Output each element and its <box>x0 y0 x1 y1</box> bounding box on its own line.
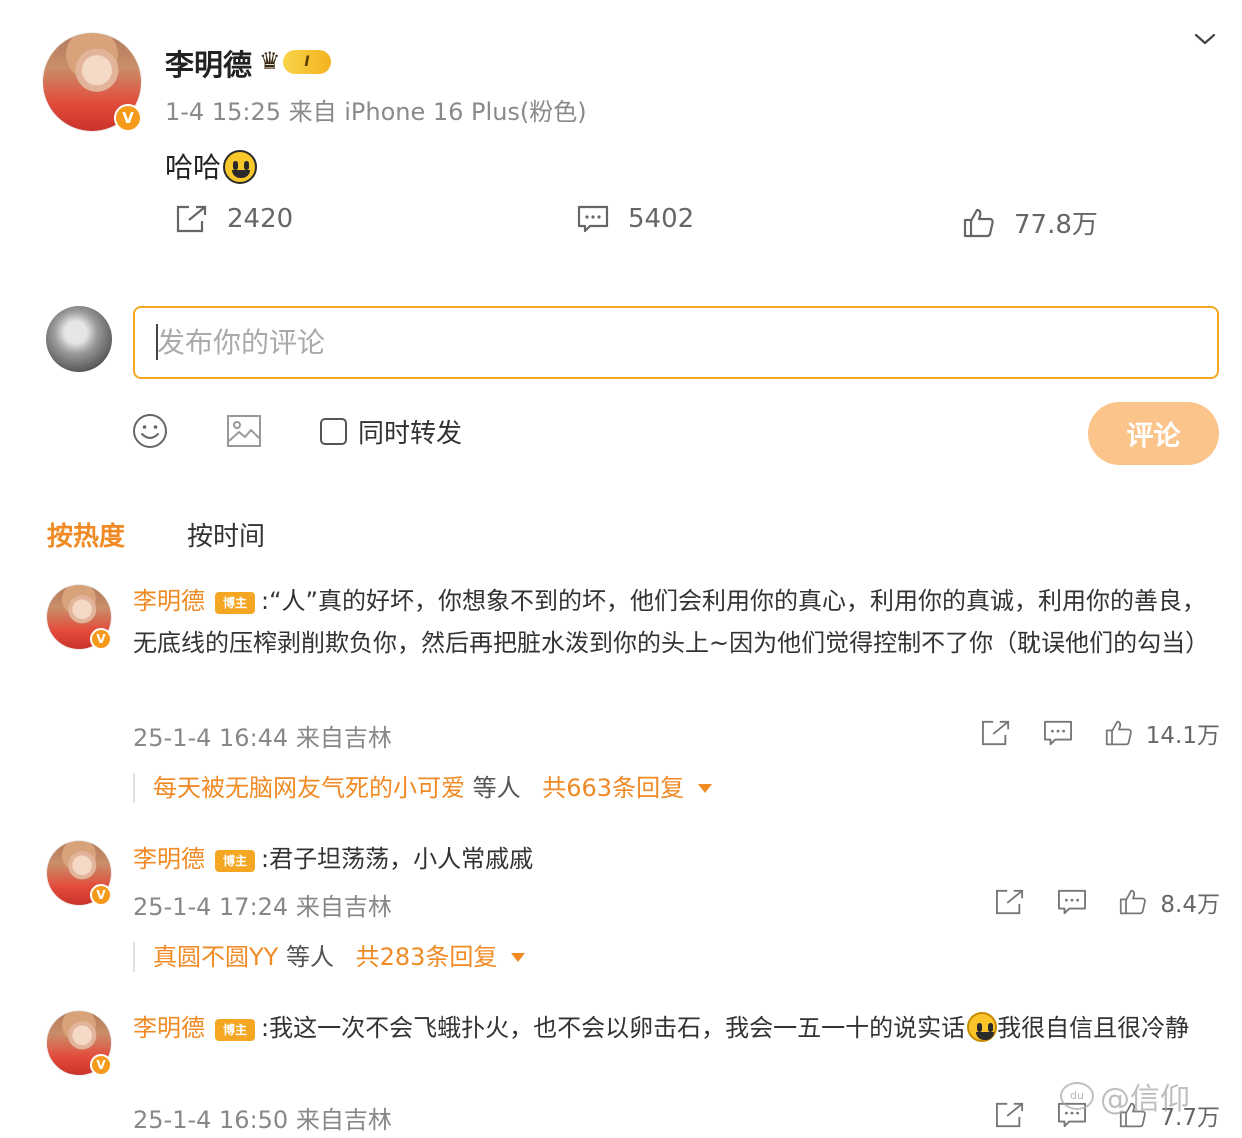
verified-badge-icon: V <box>90 884 112 906</box>
comment-text: 李明德 博主 :君子坦荡荡，小人常戚戚 <box>133 838 1223 880</box>
tab-sort-by-hot[interactable]: 按热度 <box>47 516 125 553</box>
comment-button[interactable]: 5402 <box>576 204 694 234</box>
comment-actions: 14.1万 <box>980 716 1220 750</box>
comment-like-count: 8.4万 <box>1160 892 1220 918</box>
comment-actions: 8.4万 <box>994 885 1220 919</box>
post-actions: 2420 5402 77.8万 <box>0 204 1242 246</box>
tab-sort-by-time[interactable]: 按时间 <box>187 516 265 553</box>
share-icon <box>176 205 207 233</box>
host-tag: 博主 <box>215 1019 255 1041</box>
comment-icon[interactable] <box>1042 719 1074 747</box>
comment-like-count: 14.1万 <box>1145 723 1220 749</box>
emoji-icon[interactable] <box>132 413 168 449</box>
repost-checkbox-label[interactable]: 同时转发 <box>358 413 462 450</box>
comment-author[interactable]: 李明德 <box>133 845 205 873</box>
verified-badge-icon: V <box>90 628 112 650</box>
reply-user[interactable]: 每天被无脑网友气死的小可爱 <box>153 774 465 802</box>
verified-badge-icon: V <box>90 1054 112 1076</box>
comment-text: 李明德 博主 :我这一次不会飞蛾扑火，也不会以卵击石，我会一五一十的说实话 我很自信且… <box>133 1007 1223 1049</box>
comment-meta: 25-1-4 17:24 来自吉林 <box>133 893 392 921</box>
host-tag: 博主 <box>215 850 255 872</box>
comment-avatar[interactable]: V <box>46 584 112 650</box>
watermark: du @信仰 <box>1060 1074 1190 1118</box>
reply-count[interactable]: 共283条回复 <box>356 943 498 971</box>
comment-icon <box>577 205 609 233</box>
comment-avatar[interactable]: V <box>46 840 112 906</box>
comment-content-cont: 我很自信且很冷静 <box>997 1014 1190 1042</box>
host-tag: 博主 <box>215 592 255 614</box>
watermark-text: @信仰 <box>1100 1082 1190 1117</box>
repost-button[interactable]: 2420 <box>175 204 293 234</box>
reply-mid: 等人 <box>278 943 342 971</box>
crown-icon: ♛ <box>259 47 281 75</box>
verified-badge-icon: V <box>114 104 142 132</box>
like-count: 77.8万 <box>1014 210 1098 240</box>
level-label: I <box>283 50 331 74</box>
current-user-avatar[interactable] <box>46 306 112 372</box>
comment-text: 李明德 博主:“人”真的好坏，你想象不到的坏，他们会利用你的真心，利用你的真诚，利… <box>133 580 1223 664</box>
post-text-content: 哈哈 <box>165 151 222 184</box>
grinning-face-icon <box>223 150 258 184</box>
comment-meta: 25-1-4 16:44 来自吉林 <box>133 724 392 752</box>
like-button[interactable]: 77.8万 <box>962 204 1098 241</box>
thumbs-up-icon[interactable] <box>1118 888 1148 916</box>
comment-count: 5402 <box>628 204 695 234</box>
reply-summary[interactable]: 真圆不圆YY 等人 共283条回复 <box>133 942 526 972</box>
comment-author[interactable]: 李明德 <box>133 587 205 615</box>
repost-checkbox[interactable] <box>320 418 347 445</box>
reply-summary[interactable]: 每天被无脑网友气死的小可爱 等人 共663条回复 <box>133 773 713 803</box>
thumbs-up-icon[interactable] <box>1104 719 1134 747</box>
image-icon[interactable] <box>226 414 262 448</box>
reply-mid: 等人 <box>465 774 529 802</box>
share-icon[interactable] <box>994 888 1026 916</box>
post-meta: 1-4 15:25 来自 iPhone 16 Plus(粉色) <box>165 98 587 126</box>
caret-down-icon <box>698 784 713 793</box>
comment-content: :“人”真的好坏，你想象不到的坏，他们会利用你的真心，利用你的真诚，利用你的善良… <box>133 587 1210 657</box>
smiling-face-icon <box>967 1012 998 1042</box>
comment-avatar[interactable]: V <box>46 1010 112 1076</box>
post-text: 哈哈 <box>165 146 258 186</box>
comment-icon[interactable] <box>1056 888 1088 916</box>
thumbs-up-icon <box>963 208 994 237</box>
reply-user[interactable]: 真圆不圆YY <box>153 943 278 971</box>
chevron-down-icon[interactable] <box>1194 28 1216 50</box>
comment-content: :我这一次不会飞蛾扑火，也不会以卵击石，我会一五一十的说实话 <box>261 1014 966 1042</box>
text-caret <box>156 324 158 360</box>
share-icon[interactable] <box>994 1101 1026 1129</box>
share-icon[interactable] <box>980 719 1012 747</box>
comment-meta: 25-1-4 16:50 来自吉林 <box>133 1106 392 1134</box>
baidu-paw-icon: du <box>1060 1082 1094 1110</box>
caret-down-icon <box>511 953 526 962</box>
comment-author[interactable]: 李明德 <box>133 1014 205 1042</box>
post-author-name[interactable]: 李明德 <box>165 42 252 84</box>
reply-count[interactable]: 共663条回复 <box>542 774 684 802</box>
post-author-avatar[interactable]: V <box>42 32 142 132</box>
member-level-badge[interactable]: ♛ I <box>259 46 333 76</box>
submit-comment-button[interactable]: 评论 <box>1088 402 1219 465</box>
comment-content: :君子坦荡荡，小人常戚戚 <box>261 845 534 873</box>
comment-input[interactable] <box>133 306 1219 379</box>
repost-count: 2420 <box>227 204 294 234</box>
